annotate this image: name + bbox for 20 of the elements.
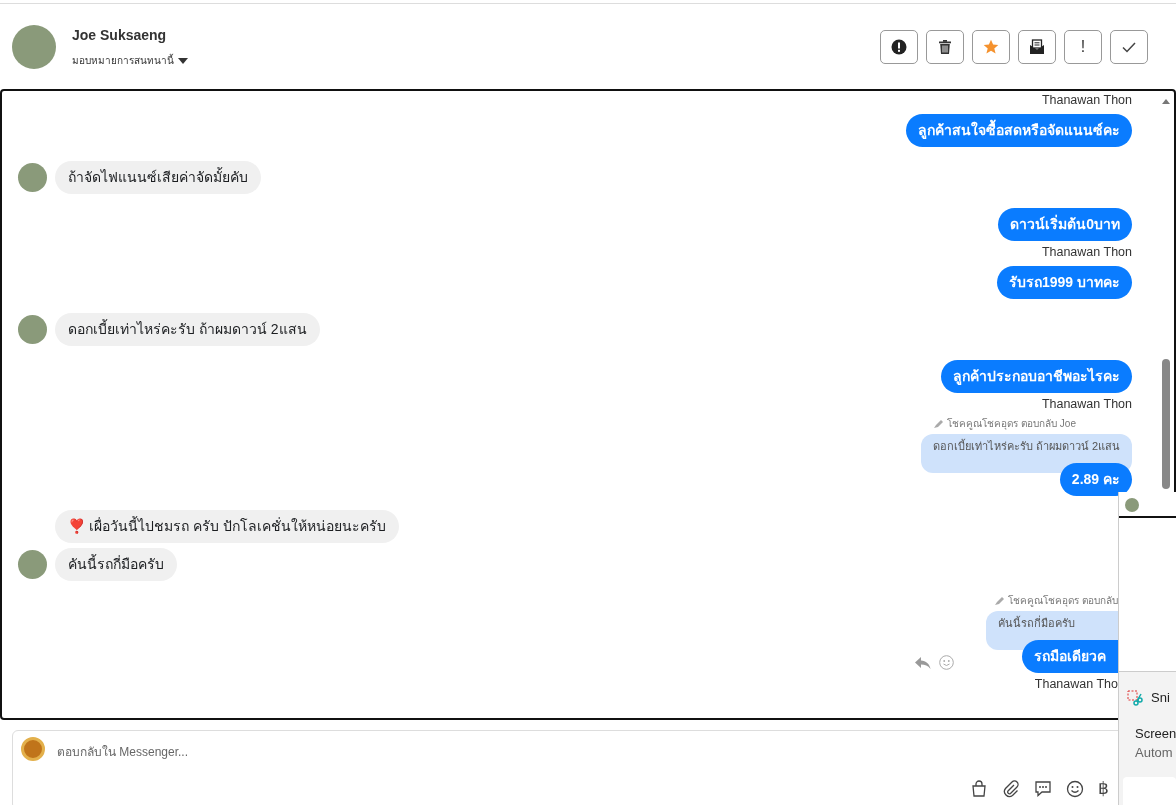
app-name: Sni xyxy=(1151,689,1170,707)
contact-name: Joe Suksaeng xyxy=(72,26,168,45)
quoted-message: ดอกเบี้ยเท่าไหร่คะรับ ถ้าผมดาวน์ 2แสน xyxy=(920,434,1132,473)
sender-name: Thanawan Thon xyxy=(1041,93,1132,108)
reply-label: โชคคูณโชคอุดร ตอบกลับ Joe xyxy=(947,418,1076,430)
message-bubble: คันนี้รถกี่มือครับ xyxy=(55,548,177,581)
message-bubble: ดาวน์เริ่มต้น0บาท xyxy=(998,208,1132,241)
sender-name: Thanawan Thon xyxy=(1041,397,1132,412)
sender-name: Thanawan Thon xyxy=(1041,245,1132,260)
notification-text: Autom xyxy=(1135,744,1174,762)
message-bubble: ลูกค้าประกอบอาชีพอะไรคะ xyxy=(941,360,1132,393)
sender-name: Thanawan Tho xyxy=(1034,677,1118,692)
reply-label: โชคคูณโชคอุดร ตอบกลับ xyxy=(1008,595,1118,607)
message-bubble: 2.89 คะ xyxy=(1059,463,1132,496)
message-bubble: ❣ เผื่อวันนี้ไปชมรถ ครับ ปักโลเคชั่นให้หน่อยนะครับ xyxy=(55,510,399,543)
message-bubble: ถ้าจัดไฟแนนซ์เสียค่าจัดมั้ยคับ xyxy=(55,161,261,194)
message-bubble: ลูกค้าสนใจซื้อสดหรือจัดแนนซ์คะ xyxy=(906,114,1132,147)
message-bubble: ดอกเบี้ยเท่าไหร่คะรับ ถ้าผมดาวน์ 2แสน xyxy=(55,313,320,346)
message-bubble: รับรถ1999 บาทคะ xyxy=(996,266,1132,299)
message-bubble: รถมือเดียวค xyxy=(1022,640,1118,673)
